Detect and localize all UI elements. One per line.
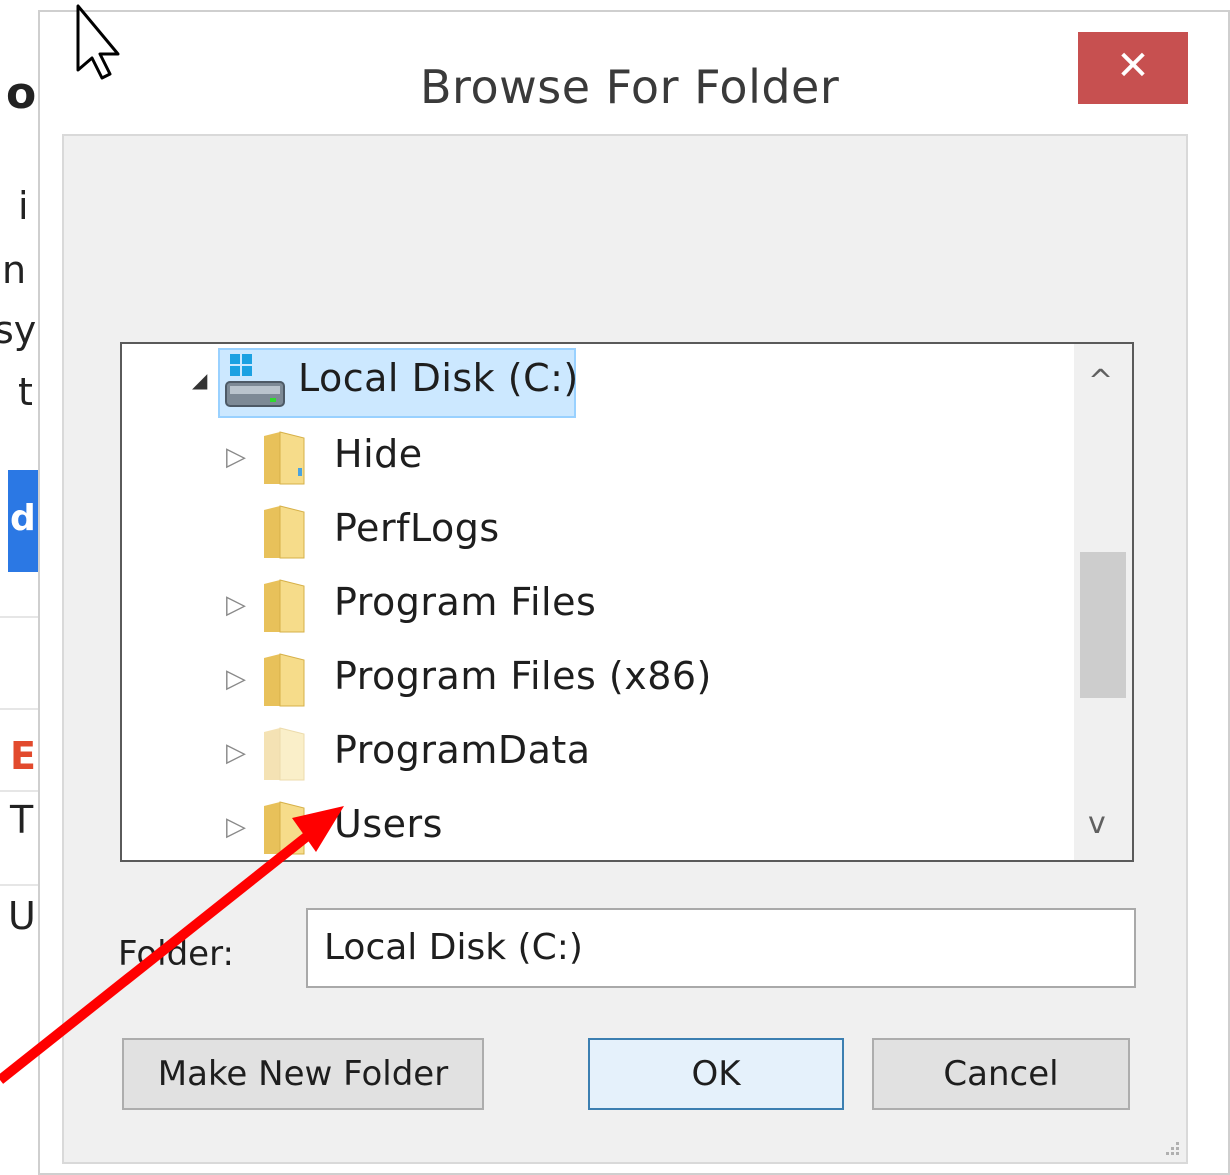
folder-tree[interactable]: ◢ Local Disk (C:) ▷ Hide PerfLogs ▷ Prog… <box>120 342 1134 862</box>
tree-item-label: Local Disk (C:) <box>298 356 579 400</box>
folder-icon <box>264 801 305 855</box>
tree-item-program-files[interactable]: ▷ Program Files <box>122 574 1062 638</box>
background-text: sy <box>0 308 37 352</box>
expander-collapsed-icon[interactable]: ▷ <box>226 738 246 768</box>
tree-item-label: PerfLogs <box>334 506 500 550</box>
folder-label: Folder: <box>118 934 234 974</box>
tree-item-users[interactable]: ▷ Users <box>122 796 1062 860</box>
background-window: o i n sy t d E T U <box>0 0 40 1175</box>
divider <box>0 790 40 792</box>
folder-icon <box>264 505 305 559</box>
drive-icon <box>225 354 285 407</box>
tree-item-label: Users <box>334 802 443 846</box>
tree-item-program-files-x86[interactable]: ▷ Program Files (x86) <box>122 648 1062 712</box>
background-text: t <box>18 370 33 414</box>
tree-item-label: Program Files (x86) <box>334 654 712 698</box>
tree-item-hide[interactable]: ▷ Hide <box>122 426 1062 490</box>
background-text: o <box>6 68 37 119</box>
background-text: T <box>10 798 34 842</box>
dialog-client-area: ◢ Local Disk (C:) ▷ Hide PerfLogs ▷ Prog… <box>62 134 1188 1164</box>
divider <box>0 884 40 886</box>
resize-grip-icon[interactable] <box>1160 1136 1182 1158</box>
ok-button[interactable]: OK <box>588 1038 844 1110</box>
tree-item-perflogs[interactable]: PerfLogs <box>122 500 1062 564</box>
divider <box>0 616 40 618</box>
tree-item-local-disk[interactable]: ◢ Local Disk (C:) <box>122 346 1062 418</box>
folder-icon-faded <box>264 727 305 781</box>
expander-expanded-icon[interactable]: ◢ <box>192 368 207 392</box>
background-text: n <box>2 248 27 292</box>
folder-icon <box>264 579 305 633</box>
tree-item-label: Hide <box>334 432 423 476</box>
background-text: d <box>10 498 36 539</box>
expander-collapsed-icon[interactable]: ▷ <box>226 442 246 472</box>
background-text: i <box>18 184 29 228</box>
expander-collapsed-icon[interactable]: ▷ <box>226 664 246 694</box>
tree-scrollbar[interactable]: ^ v <box>1074 344 1132 860</box>
scroll-up-icon[interactable]: ^ <box>1088 364 1113 399</box>
expander-collapsed-icon[interactable]: ▷ <box>226 812 246 842</box>
folder-icon <box>264 431 305 485</box>
tree-item-programdata[interactable]: ▷ ProgramData <box>122 722 1062 786</box>
background-text: E <box>10 734 36 778</box>
tree-item-label: Program Files <box>334 580 597 624</box>
close-button[interactable]: ✕ <box>1078 32 1188 104</box>
tree-item-label: ProgramData <box>334 728 591 772</box>
browse-for-folder-dialog: Browse For Folder ✕ ◢ Local Disk (C:) ▷ … <box>38 10 1230 1175</box>
expander-collapsed-icon[interactable]: ▷ <box>226 590 246 620</box>
folder-icon <box>264 653 305 707</box>
scroll-thumb[interactable] <box>1080 552 1126 698</box>
background-text: U <box>8 894 36 938</box>
folder-input[interactable]: Local Disk (C:) <box>306 908 1136 988</box>
cancel-button[interactable]: Cancel <box>872 1038 1130 1110</box>
close-icon: ✕ <box>1116 43 1150 89</box>
dialog-title: Browse For Folder <box>420 60 840 114</box>
make-new-folder-button[interactable]: Make New Folder <box>122 1038 484 1110</box>
divider <box>0 708 40 710</box>
scroll-down-icon[interactable]: v <box>1088 806 1106 841</box>
